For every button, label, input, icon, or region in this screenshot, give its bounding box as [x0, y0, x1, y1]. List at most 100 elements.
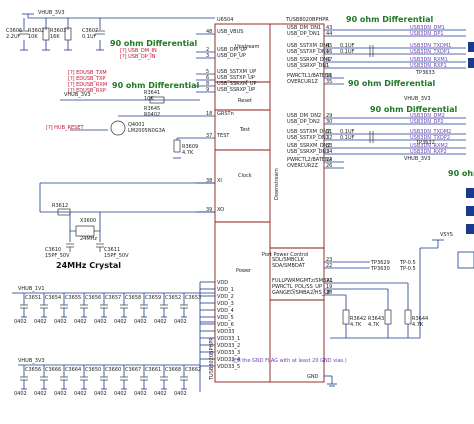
pin-name: SDA/SMBDAT — [272, 263, 306, 269]
reset-circuit: R364110KR3645R0402Q4001LM2005N0G3AR36094… — [60, 90, 200, 159]
cap-ref: C3668 — [165, 367, 181, 373]
cap-package: 0402 — [114, 391, 127, 397]
power-pin-name: VDD33_3 — [217, 350, 240, 356]
cap-ref: C3655 — [65, 295, 81, 301]
ic-part-top: TUSB8020BPHPR — [285, 17, 329, 23]
net-label: USB3DN_TXDP1 — [410, 49, 450, 55]
tp1: TP3633 — [415, 70, 435, 76]
net-usb-dp: [?] USB_DP_IN — [120, 54, 156, 60]
crystal-label: 24MHz Crystal — [56, 261, 121, 270]
power-pin-name: VDD_5 — [217, 315, 234, 321]
cap-package: 0402 — [54, 391, 67, 397]
pin-name: XI — [217, 178, 222, 184]
upstream-passives: C36062.2UFR360210KR360316KC36070.1UF — [6, 18, 105, 51]
power-pin-name: VDD_6 — [217, 322, 234, 328]
pin-name: GRSTn — [217, 111, 234, 117]
net-label: USB3DN_RXP2 — [410, 149, 447, 155]
power-pin-name: VDD33_1 — [217, 336, 240, 342]
cap-ref: C3651 — [25, 295, 41, 301]
diff-label-1: 90 ohm Differential — [110, 39, 198, 48]
rail-vdd33-label: VHUB_3V3 — [18, 358, 45, 364]
pin-name: TEST — [216, 133, 230, 139]
diff-label-6: 90 ohm — [448, 169, 474, 178]
transistor-body — [110, 120, 126, 136]
cap-package: 0402 — [54, 319, 67, 325]
part-value: 0.1UF — [82, 34, 97, 40]
net-label: USB3DN_RXP1 — [410, 63, 447, 69]
cap-package: 0402 — [134, 391, 147, 397]
ac-cap-value: 0.1UF — [340, 49, 355, 55]
rail-top-label: VHUB_3V3 — [38, 10, 65, 16]
cap-ref: C3666 — [45, 367, 61, 373]
crystal-circuit — [39, 182, 215, 252]
cap-package: 0402 — [174, 319, 187, 325]
net-label: USB3DN_DP2 — [410, 119, 444, 125]
power-pin-name: VDD33_5 — [217, 364, 240, 370]
vdd33-rail — [18, 321, 215, 392]
pin-name: OVERCUR2Z — [287, 163, 318, 169]
cap-ref: C3659 — [145, 295, 161, 301]
cap-ref: C3658 — [125, 295, 141, 301]
cap-ref: C3657 — [105, 295, 121, 301]
cap-ref: C3662 — [185, 367, 201, 373]
ic-gnd-symbol — [324, 375, 337, 387]
pin-name: USB_SSRXP_DN2 — [287, 149, 329, 155]
ppc-circuit — [324, 239, 444, 339]
pin-name: USB_DP_DN2 — [287, 119, 320, 125]
diff-label-2: 90 ohm Differential — [112, 81, 200, 90]
ppc-r2-val: 4.7K — [368, 322, 380, 328]
ac-cap-value: 0.1UF — [340, 135, 355, 141]
cap-package: 0402 — [154, 391, 167, 397]
schematic-canvas: U6504 TUSB8020BPHPR TUSB8020BPHPR Upstre… — [6, 10, 474, 397]
tp2: TP3632 — [415, 140, 435, 146]
power-pin-name: VDD_2 — [217, 294, 234, 300]
right-edge-connectors — [457, 42, 474, 269]
tp4: TP3630 — [370, 266, 390, 272]
cap-package: 0402 — [174, 391, 187, 397]
power-pin-name: VDD_1 — [217, 287, 234, 293]
cap-package: 0402 — [74, 319, 87, 325]
rail-vdd11-label: VHUB_1V1 — [18, 286, 45, 292]
section-test: Test — [239, 127, 250, 133]
rail-right-label-2: VHUB_3V3 — [404, 156, 431, 162]
ic-ref: U6504 — [217, 17, 233, 23]
pin-name: USB_DP_DN1 — [287, 31, 320, 37]
cap-package: 0402 — [14, 391, 27, 397]
pin-name: USB_SSTXP_DN1 — [287, 49, 329, 55]
crystal-cap2-val: 15PF_50V — [104, 253, 129, 259]
pin-name: USB_SSRXP_DN1 — [287, 63, 329, 69]
diff-label-3: 90 ohm Differential — [346, 15, 434, 24]
section-clock: Clock — [238, 173, 252, 179]
part-value: 4.7K — [182, 150, 194, 156]
section-power: Power — [236, 268, 252, 274]
pin-name: USB_SSRXP_UP — [217, 87, 255, 93]
pin-name: USB_SSTXP_DN2 — [287, 135, 329, 141]
crystal-part: 24MHz — [80, 236, 97, 242]
cap-ref: C3656 — [25, 367, 41, 373]
part-value: LM2005N0G3A — [128, 128, 166, 134]
part-value: 2.2UF — [6, 34, 21, 40]
cap-package: 0402 — [134, 319, 147, 325]
right-pin-group: USB_DM_DN1 43USB_DP_DN1 44USB_SSTXM_DN145U… — [287, 25, 344, 169]
tp4-val: TP-0.5 — [399, 266, 416, 272]
gnd-pin-label: GND — [307, 374, 319, 380]
cap-ref: C3656 — [85, 295, 101, 301]
section-downstream: Downstream — [274, 168, 280, 200]
vdd11-cap-row: C3651 0402 C3654 0402 C3655 0402 C3656 0402 C365… — [14, 293, 201, 325]
cap-ref: C3664 — [65, 367, 81, 373]
downstream-nets: USB3DN_DM1USB3DN_DP1USB3DN_TXDM10.1UFUSB… — [340, 25, 466, 155]
cap-ref: C3653 — [185, 295, 201, 301]
cap-ref: C3661 — [145, 367, 161, 373]
diff-label-4: 90 ohm Differential — [348, 79, 436, 88]
cap-ref: C3654 — [45, 295, 61, 301]
power-pin-name: VDD_3 — [217, 301, 234, 307]
cap-package: 0402 — [34, 319, 47, 325]
crystal-cap1-val: 15PF_50V — [45, 253, 70, 259]
left-pin-group: USB_VBUS48USB_DM_UP2USB_DP_UP3USB_SSTXM_… — [196, 29, 257, 213]
crystal-resistor: R3612 — [52, 203, 68, 209]
power-pin-name: VDD — [217, 280, 228, 286]
part-value: 10K — [144, 96, 154, 102]
pin-name: OVERCUR1Z — [287, 79, 318, 85]
pin-name: USB_VBUS — [217, 29, 243, 35]
power-pin-group: VDDVDD_1VDD_2VDD_3VDD_4VDD_5VDD_6VDD33VD… — [199, 280, 240, 370]
